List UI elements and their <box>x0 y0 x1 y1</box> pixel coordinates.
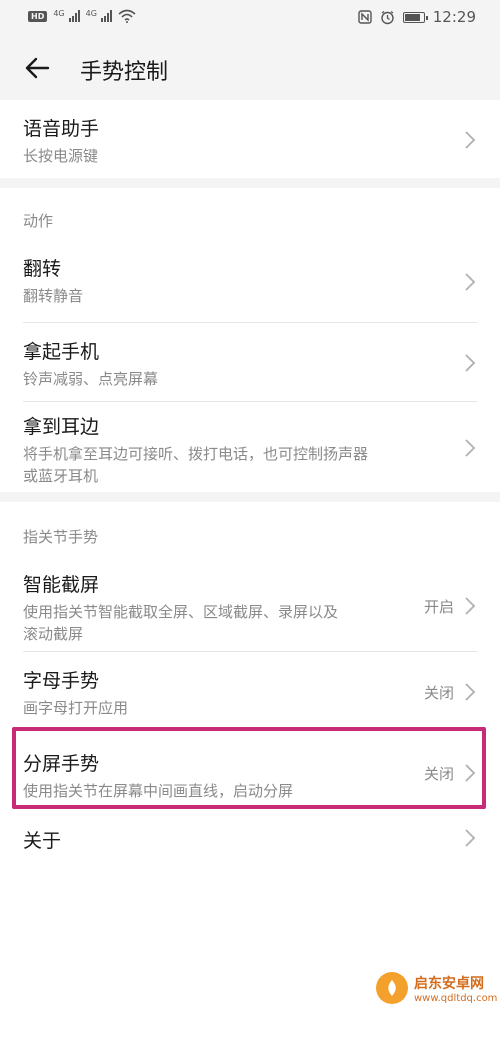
list-item-letter-gesture[interactable]: 字母手势 画字母打开应用 关闭 <box>0 652 500 731</box>
item-subtitle-line: 或蓝牙耳机 <box>23 467 99 485</box>
section-header-actions: 动作 <box>0 188 500 244</box>
signal-icon <box>68 10 80 22</box>
chevron-right-icon <box>465 683 476 701</box>
watermark-name: 启东安卓网 <box>414 975 484 992</box>
item-title: 智能截屏 <box>23 574 100 596</box>
item-title: 关于 <box>23 830 62 852</box>
item-subtitle: 长按电源键 <box>23 147 99 165</box>
item-subtitle: 将手机拿至耳边可接听、拨打电话，也可控制扬声器 或蓝牙耳机 <box>23 443 500 487</box>
section-divider <box>0 178 500 188</box>
section-label: 指关节手势 <box>23 528 99 546</box>
item-subtitle-line: 将手机拿至耳边可接听、拨打电话，也可控制扬声器 <box>23 445 369 463</box>
section-label: 动作 <box>23 212 54 230</box>
list-item-pick-up[interactable]: 拿起手机 铃声减弱、点亮屏幕 <box>0 323 500 402</box>
chevron-right-icon <box>465 354 476 372</box>
list-item-smart-screenshot[interactable]: 智能截屏 使用指关节智能截取全屏、区域截屏、录屏以及 滚动截屏 开启 <box>0 558 500 652</box>
list-item-raise-to-ear[interactable]: 拿到耳边 将手机拿至耳边可接听、拨打电话，也可控制扬声器 或蓝牙耳机 <box>0 402 500 492</box>
chevron-right-icon <box>465 829 476 847</box>
chevron-right-icon <box>465 597 476 615</box>
alarm-icon <box>381 10 394 24</box>
back-arrow-icon[interactable] <box>22 52 54 84</box>
status-bar: HD 4G 4G 12:29 <box>0 0 500 34</box>
item-subtitle-line: 滚动截屏 <box>23 625 84 643</box>
item-status-value: 开启 <box>423 598 454 616</box>
section-header-knuckle: 指关节手势 <box>0 502 500 558</box>
item-title: 拿起手机 <box>23 341 100 363</box>
item-subtitle: 铃声减弱、点亮屏幕 <box>23 370 159 388</box>
highlight-box <box>12 727 486 809</box>
item-title: 拿到耳边 <box>23 416 100 438</box>
watermark-url: www.qdltdq.com <box>414 992 498 1004</box>
network-type-1: 4G <box>53 9 65 18</box>
battery-icon <box>402 11 428 23</box>
chevron-right-icon <box>465 439 476 457</box>
item-title: 翻转 <box>23 258 62 280</box>
hd-badge-icon: HD <box>28 10 48 22</box>
status-left: HD 4G 4G <box>28 9 136 23</box>
signal-icon <box>100 10 112 22</box>
watermark-text: 启东安卓网 www.qdltdq.com <box>414 973 497 1004</box>
section-divider <box>0 492 500 502</box>
status-right: 12:29 <box>358 8 476 26</box>
item-subtitle: 翻转静音 <box>23 287 84 305</box>
chevron-right-icon <box>465 131 476 149</box>
watermark: 启东安卓网 www.qdltdq.com <box>376 972 497 1004</box>
chevron-right-icon <box>465 273 476 291</box>
item-status-value: 关闭 <box>423 684 454 702</box>
nfc-icon <box>358 10 372 24</box>
page-title: 手势控制 <box>80 60 169 85</box>
list-item-flip[interactable]: 翻转 翻转静音 <box>0 244 500 323</box>
app-header: 手势控制 <box>0 34 500 100</box>
list-item-about[interactable]: 关于 <box>0 810 500 872</box>
item-title: 语音助手 <box>23 118 100 140</box>
list-item-voice-assistant[interactable]: 语音助手 长按电源键 <box>0 100 500 178</box>
network-type-2: 4G <box>85 9 97 18</box>
watermark-logo-icon <box>376 972 408 1004</box>
clock-time: 12:29 <box>432 8 476 26</box>
wifi-icon <box>118 9 136 23</box>
